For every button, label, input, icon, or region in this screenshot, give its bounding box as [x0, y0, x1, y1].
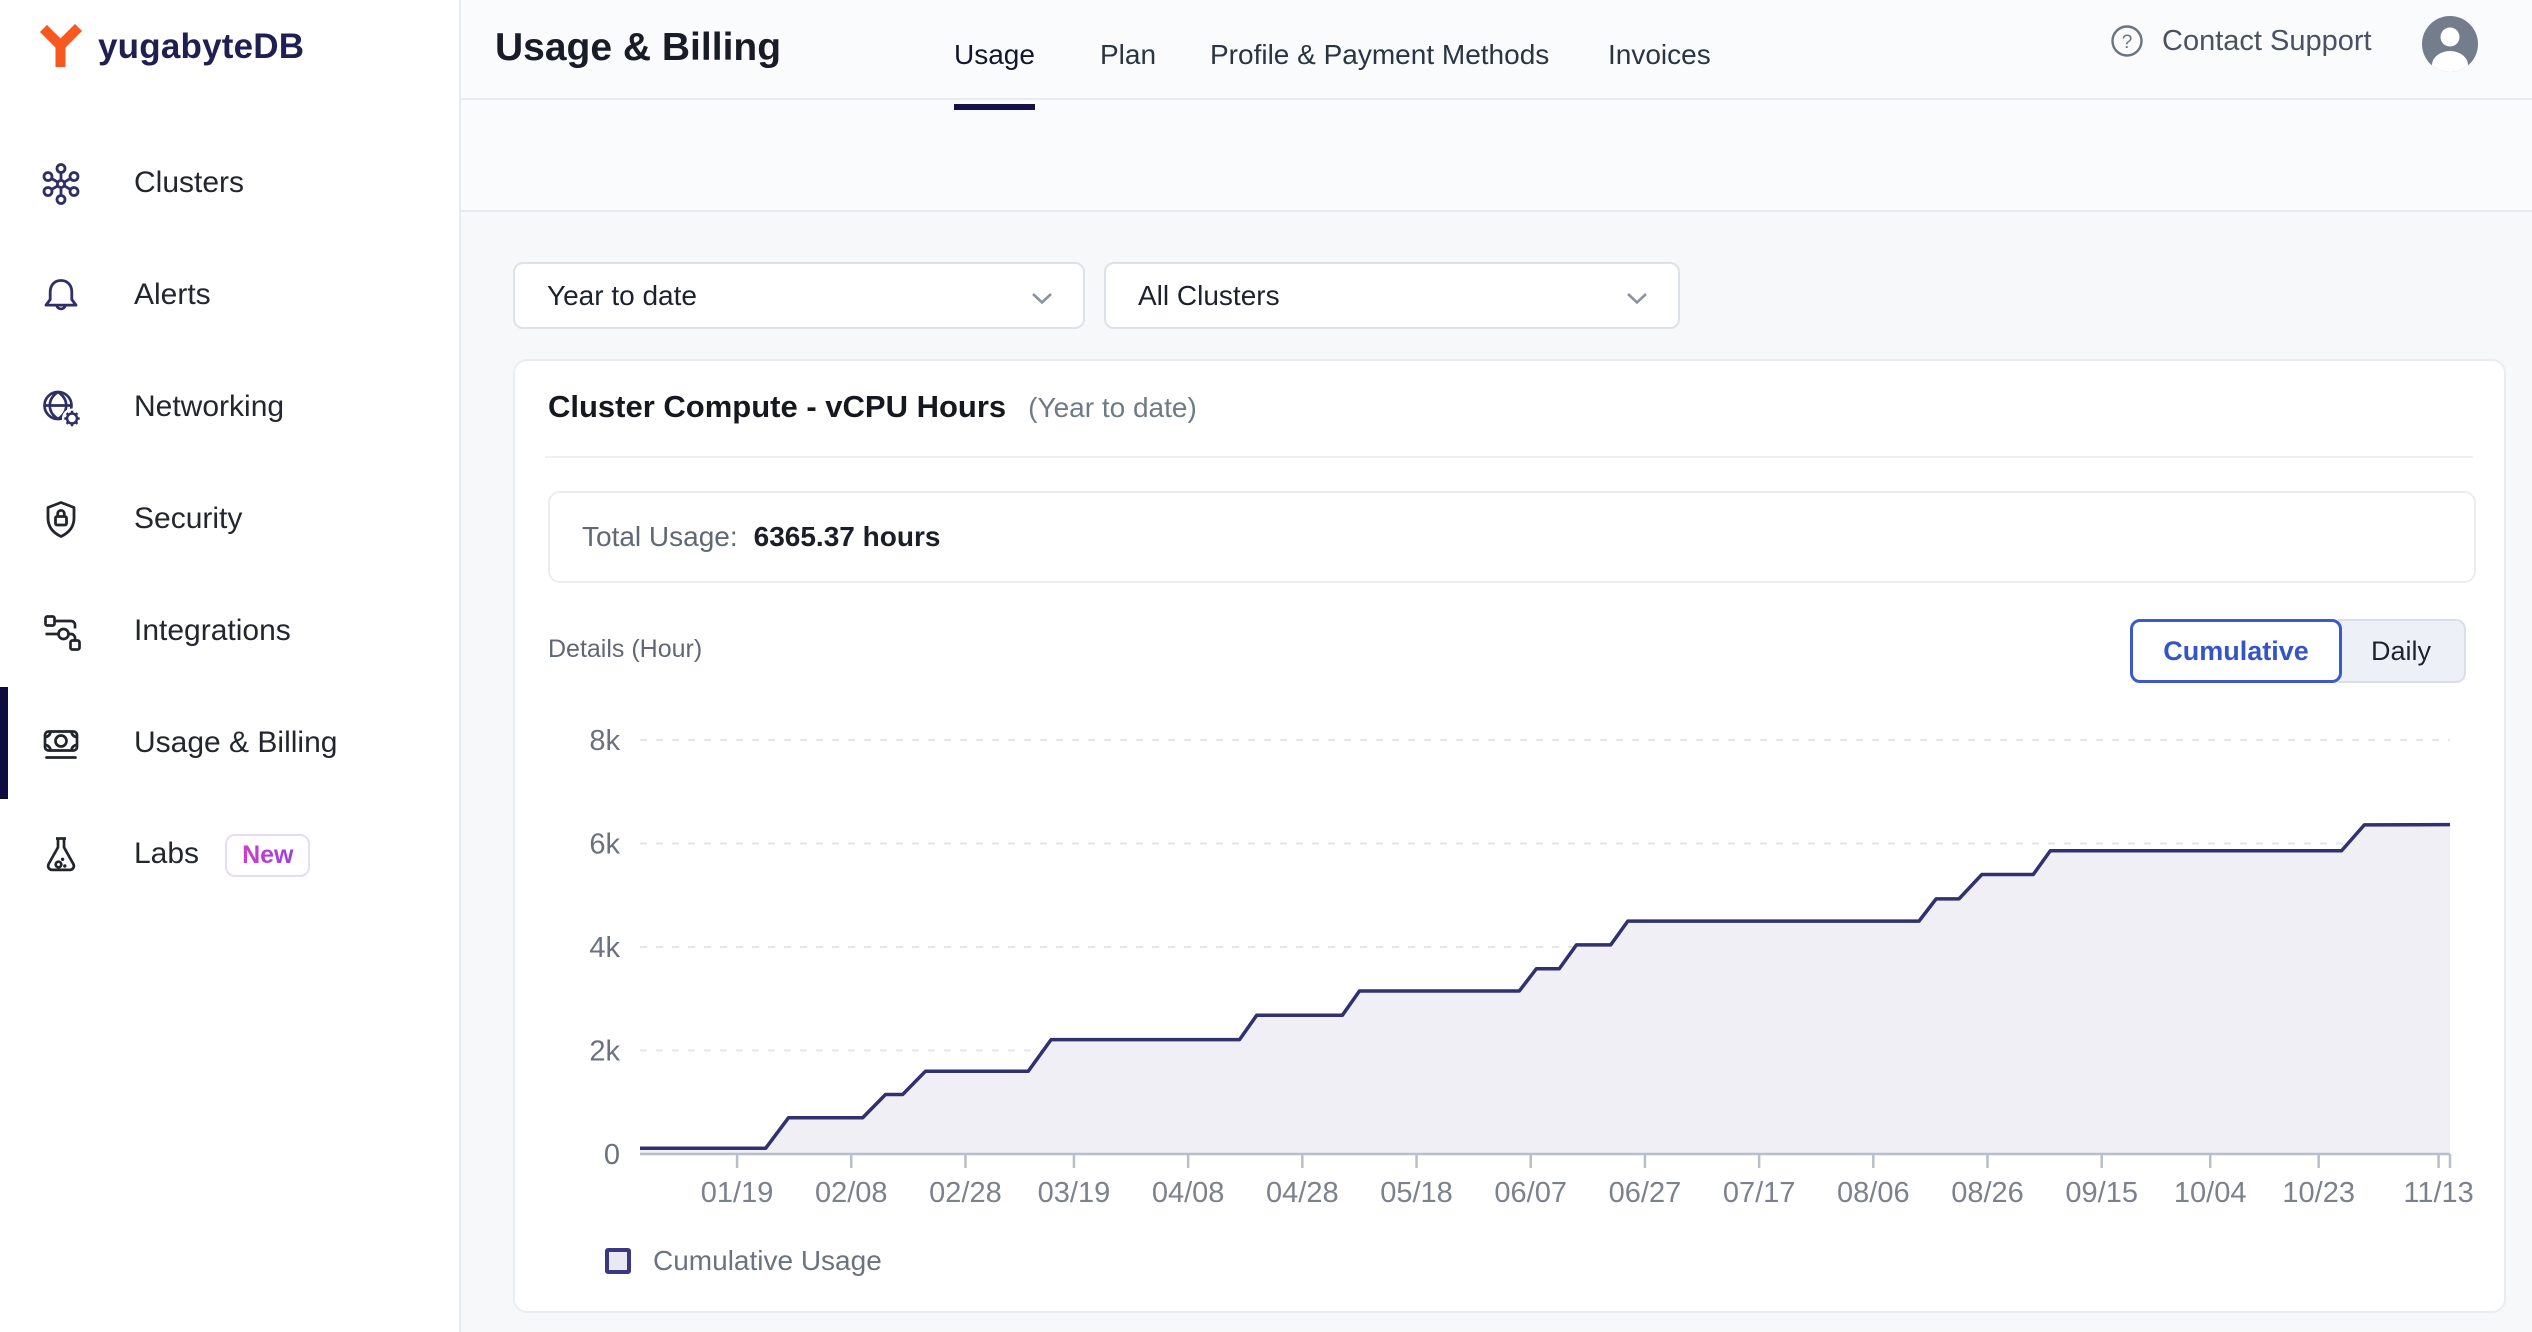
- yugabytedb-logo-icon: [38, 24, 84, 70]
- y-axis-tick-label: 4k: [589, 932, 620, 964]
- tab-profile-payment-methods[interactable]: Profile & Payment Methods: [1210, 0, 1549, 110]
- legend-marker: [605, 1248, 631, 1274]
- x-axis-tick-label: 09/15: [2065, 1177, 2138, 1209]
- sidebar-item-label: Integrations: [134, 614, 291, 648]
- x-axis-tick-label: 04/08: [1152, 1177, 1225, 1209]
- sidebar-item-label: Security: [134, 502, 242, 536]
- tab-invoices[interactable]: Invoices: [1608, 0, 1711, 110]
- sidebar-item-clusters[interactable]: Clusters: [0, 127, 459, 239]
- total-usage-label: Total Usage:: [582, 521, 738, 553]
- x-axis-tick-label: 08/06: [1837, 1177, 1910, 1209]
- chart-legend-item[interactable]: Cumulative Usage: [605, 1245, 882, 1277]
- series-area-fill: [640, 825, 2450, 1154]
- period-select[interactable]: Year to date: [513, 262, 1085, 329]
- card-subtitle: (Year to date): [1028, 392, 1197, 424]
- x-axis-tick-label: 07/17: [1723, 1177, 1796, 1209]
- svg-text:?: ?: [2122, 32, 2133, 53]
- sidebar-item-integrations[interactable]: Integrations: [0, 575, 459, 687]
- x-axis-tick-label: 02/28: [929, 1177, 1002, 1209]
- sidebar-item-usage-billing[interactable]: Usage & Billing: [0, 687, 459, 799]
- sidebar-item-label: Usage & Billing: [134, 726, 337, 760]
- brand-name: yugabyteDB: [98, 27, 304, 67]
- x-axis-tick-label: 06/27: [1609, 1177, 1682, 1209]
- x-axis-tick-label: 11/13: [2403, 1177, 2473, 1209]
- usage-area-chart[interactable]: 0 2k 4k 6k 8k 01/19 02/08 02/28 03/19 04/08 04/28 0…: [542, 712, 2492, 1232]
- sidebar-item-networking[interactable]: Networking: [0, 351, 459, 463]
- sidebar-item-alerts[interactable]: Alerts: [0, 239, 459, 351]
- flask-icon: [37, 831, 85, 879]
- page-title: Usage & Billing: [495, 26, 781, 70]
- toggle-daily[interactable]: Daily: [2338, 619, 2466, 683]
- banknote-icon: [37, 719, 85, 767]
- sidebar-item-label: Alerts: [134, 278, 211, 312]
- help-icon: ?: [2108, 22, 2146, 60]
- tab-plan[interactable]: Plan: [1100, 0, 1156, 110]
- chevron-down-icon: [1031, 292, 1053, 305]
- total-usage-box: Total Usage: 6365.37 hours: [548, 491, 2476, 583]
- x-axis-tick-label: 05/18: [1380, 1177, 1453, 1209]
- new-badge: New: [225, 834, 310, 877]
- card-title: Cluster Compute - vCPU Hours: [548, 389, 1006, 425]
- total-usage-value: 6365.37 hours: [754, 521, 941, 553]
- yugabytedb-logo[interactable]: yugabyteDB: [38, 24, 304, 70]
- x-axis-tick-label: 04/28: [1266, 1177, 1339, 1209]
- user-avatar[interactable]: [2421, 15, 2479, 73]
- cluster-select[interactable]: All Clusters: [1104, 262, 1680, 329]
- x-axis-tick-label: 02/08: [815, 1177, 888, 1209]
- sidebar: yugabyteDB Clusters Alerts: [0, 0, 461, 1332]
- x-axis-tick-label: 10/23: [2282, 1177, 2355, 1209]
- legend-label: Cumulative Usage: [653, 1245, 882, 1277]
- y-axis-tick-label: 6k: [589, 829, 620, 861]
- x-axis-tick-label: 03/19: [1038, 1177, 1111, 1209]
- view-mode-toggle: Cumulative Daily: [2130, 619, 2466, 683]
- integrations-icon: [37, 607, 85, 655]
- contact-support-label: Contact Support: [2162, 25, 2372, 58]
- details-label: Details (Hour): [548, 635, 702, 664]
- contact-support-button[interactable]: ? Contact Support: [2108, 22, 2372, 60]
- chevron-down-icon: [1626, 292, 1648, 305]
- sidebar-item-labs[interactable]: LabsNew: [0, 799, 459, 911]
- tab-usage[interactable]: Usage: [954, 0, 1035, 110]
- x-axis-tick-label: 10/04: [2174, 1177, 2247, 1209]
- sidebar-item-label: LabsNew: [134, 834, 310, 877]
- bell-icon: [37, 271, 85, 319]
- sidebar-item-label: Networking: [134, 390, 284, 424]
- x-axis-tick-label: 01/19: [701, 1177, 774, 1209]
- y-axis-tick-label: 8k: [589, 725, 620, 757]
- x-axis-tick-label: 06/07: [1494, 1177, 1567, 1209]
- x-axis-tick-label: 08/26: [1951, 1177, 2024, 1209]
- toggle-cumulative[interactable]: Cumulative: [2130, 619, 2342, 683]
- cluster-compute-card: Cluster Compute - vCPU Hours (Year to da…: [513, 359, 2506, 1313]
- card-divider: [545, 456, 2473, 458]
- y-axis-tick-label: 2k: [589, 1036, 620, 1068]
- billing-tabbar: [461, 100, 2532, 212]
- y-axis-tick-label: 0: [604, 1139, 620, 1171]
- cluster-select-value: All Clusters: [1138, 280, 1280, 312]
- active-indicator: [0, 687, 8, 799]
- period-select-value: Year to date: [547, 280, 697, 312]
- sidebar-item-label: Clusters: [134, 166, 244, 200]
- sidebar-item-security[interactable]: Security: [0, 463, 459, 575]
- globe-gear-icon: [37, 383, 85, 431]
- shield-lock-icon: [37, 495, 85, 543]
- avatar-icon: [2421, 15, 2479, 73]
- clusters-icon: [37, 159, 85, 207]
